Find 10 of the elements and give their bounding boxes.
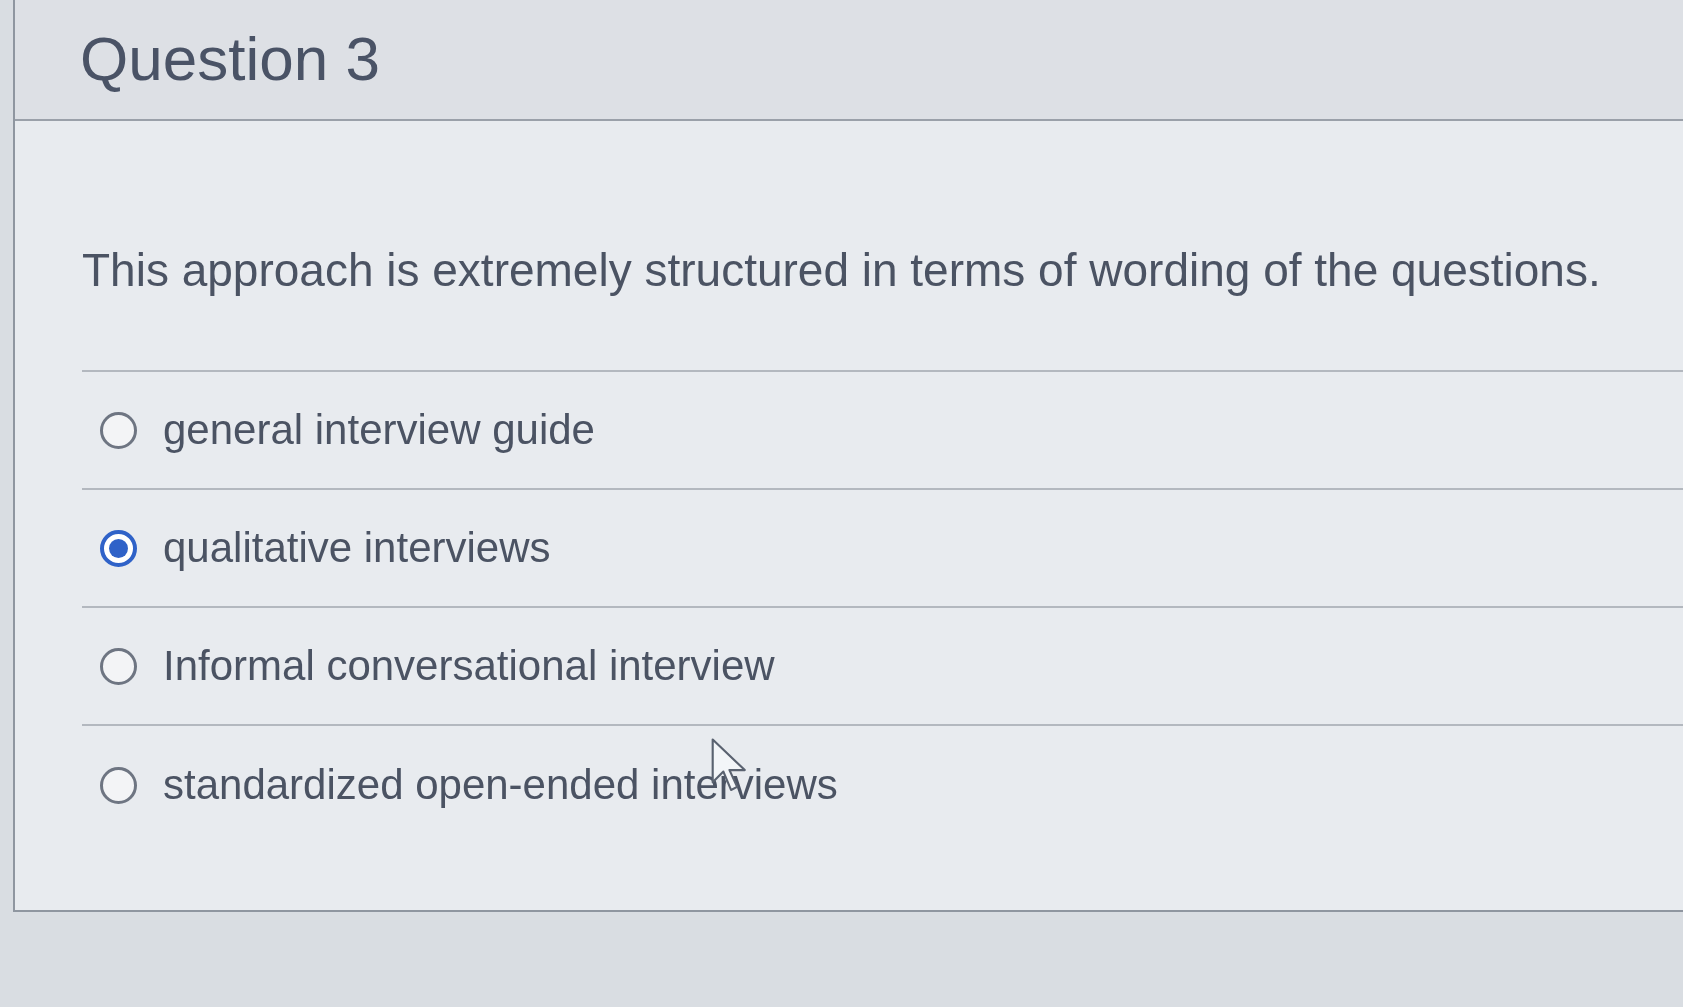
- answer-option-label[interactable]: qualitative interviews: [163, 522, 551, 574]
- question-text: This approach is extremely structured in terms of wording of the questions.: [82, 243, 1602, 298]
- answer-option-label[interactable]: general interview guide: [163, 404, 595, 456]
- radio-button[interactable]: [100, 529, 137, 567]
- answer-option-label[interactable]: Informal conversational interview: [163, 640, 775, 692]
- radio-button[interactable]: [100, 766, 137, 804]
- radio-button[interactable]: [100, 411, 137, 449]
- radio-button[interactable]: [100, 647, 137, 685]
- question-title: Question 3: [80, 25, 380, 94]
- answer-option-label[interactable]: standardized open-ended interviews: [163, 759, 838, 811]
